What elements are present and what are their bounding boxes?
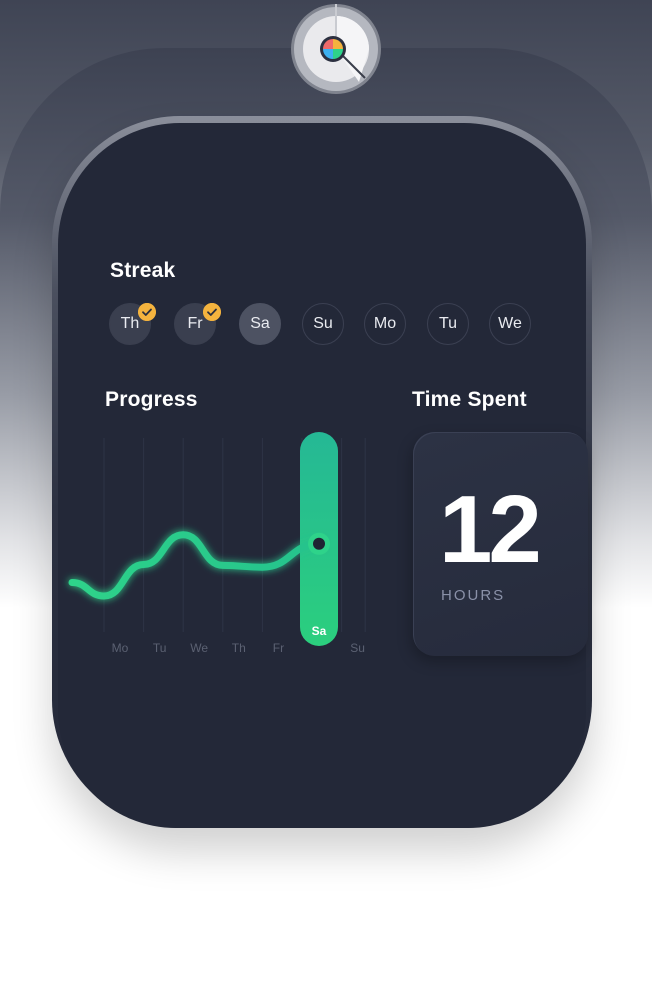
data-point-core — [313, 537, 325, 550]
streak-day-label: Mo — [373, 315, 397, 332]
progress-line — [68, 531, 323, 600]
device-stage: Streak Th Fr Sa Su Mo Tu We Progress Tim… — [0, 0, 652, 1002]
time-spent-card[interactable]: 12 HOURS — [413, 432, 588, 656]
streak-title: Streak — [110, 259, 176, 282]
crown-icon[interactable] — [289, 4, 383, 94]
x-tick-we: We — [190, 641, 208, 655]
streak-day-th[interactable]: Th — [109, 303, 156, 345]
streak-day-mo[interactable]: Mo — [364, 303, 406, 345]
x-tick-tu: Tu — [153, 641, 167, 655]
streak-day-label: Tu — [438, 315, 458, 332]
time-spent-value: 12 — [439, 476, 542, 583]
time-spent-unit: HOURS — [441, 587, 506, 604]
streak-day-label: Th — [120, 315, 140, 332]
progress-title: Progress — [105, 388, 198, 411]
streak-day-sa[interactable]: Sa — [239, 303, 281, 345]
x-tick-su: Su — [350, 641, 365, 655]
progress-chart[interactable]: Mo Tu We Th Fr Sa Su — [58, 420, 388, 670]
streak-day-we[interactable]: We — [489, 303, 531, 345]
streak-day-label: Sa — [250, 315, 270, 332]
streak-day-label: Su — [313, 315, 333, 332]
time-spent-title: Time Spent — [412, 388, 527, 411]
streak-day-label: Fr — [187, 315, 203, 332]
streak-day-fr[interactable]: Fr — [174, 303, 221, 345]
x-tick-th: Th — [232, 641, 246, 655]
x-tick-sa: Sa — [312, 624, 327, 638]
x-tick-fr: Fr — [273, 641, 284, 655]
streak-day-su[interactable]: Su — [302, 303, 344, 345]
x-tick-mo: Mo — [112, 641, 129, 655]
streak-day-label: We — [498, 315, 522, 332]
check-icon — [138, 303, 156, 321]
check-icon — [203, 303, 221, 321]
streak-day-tu[interactable]: Tu — [427, 303, 469, 345]
